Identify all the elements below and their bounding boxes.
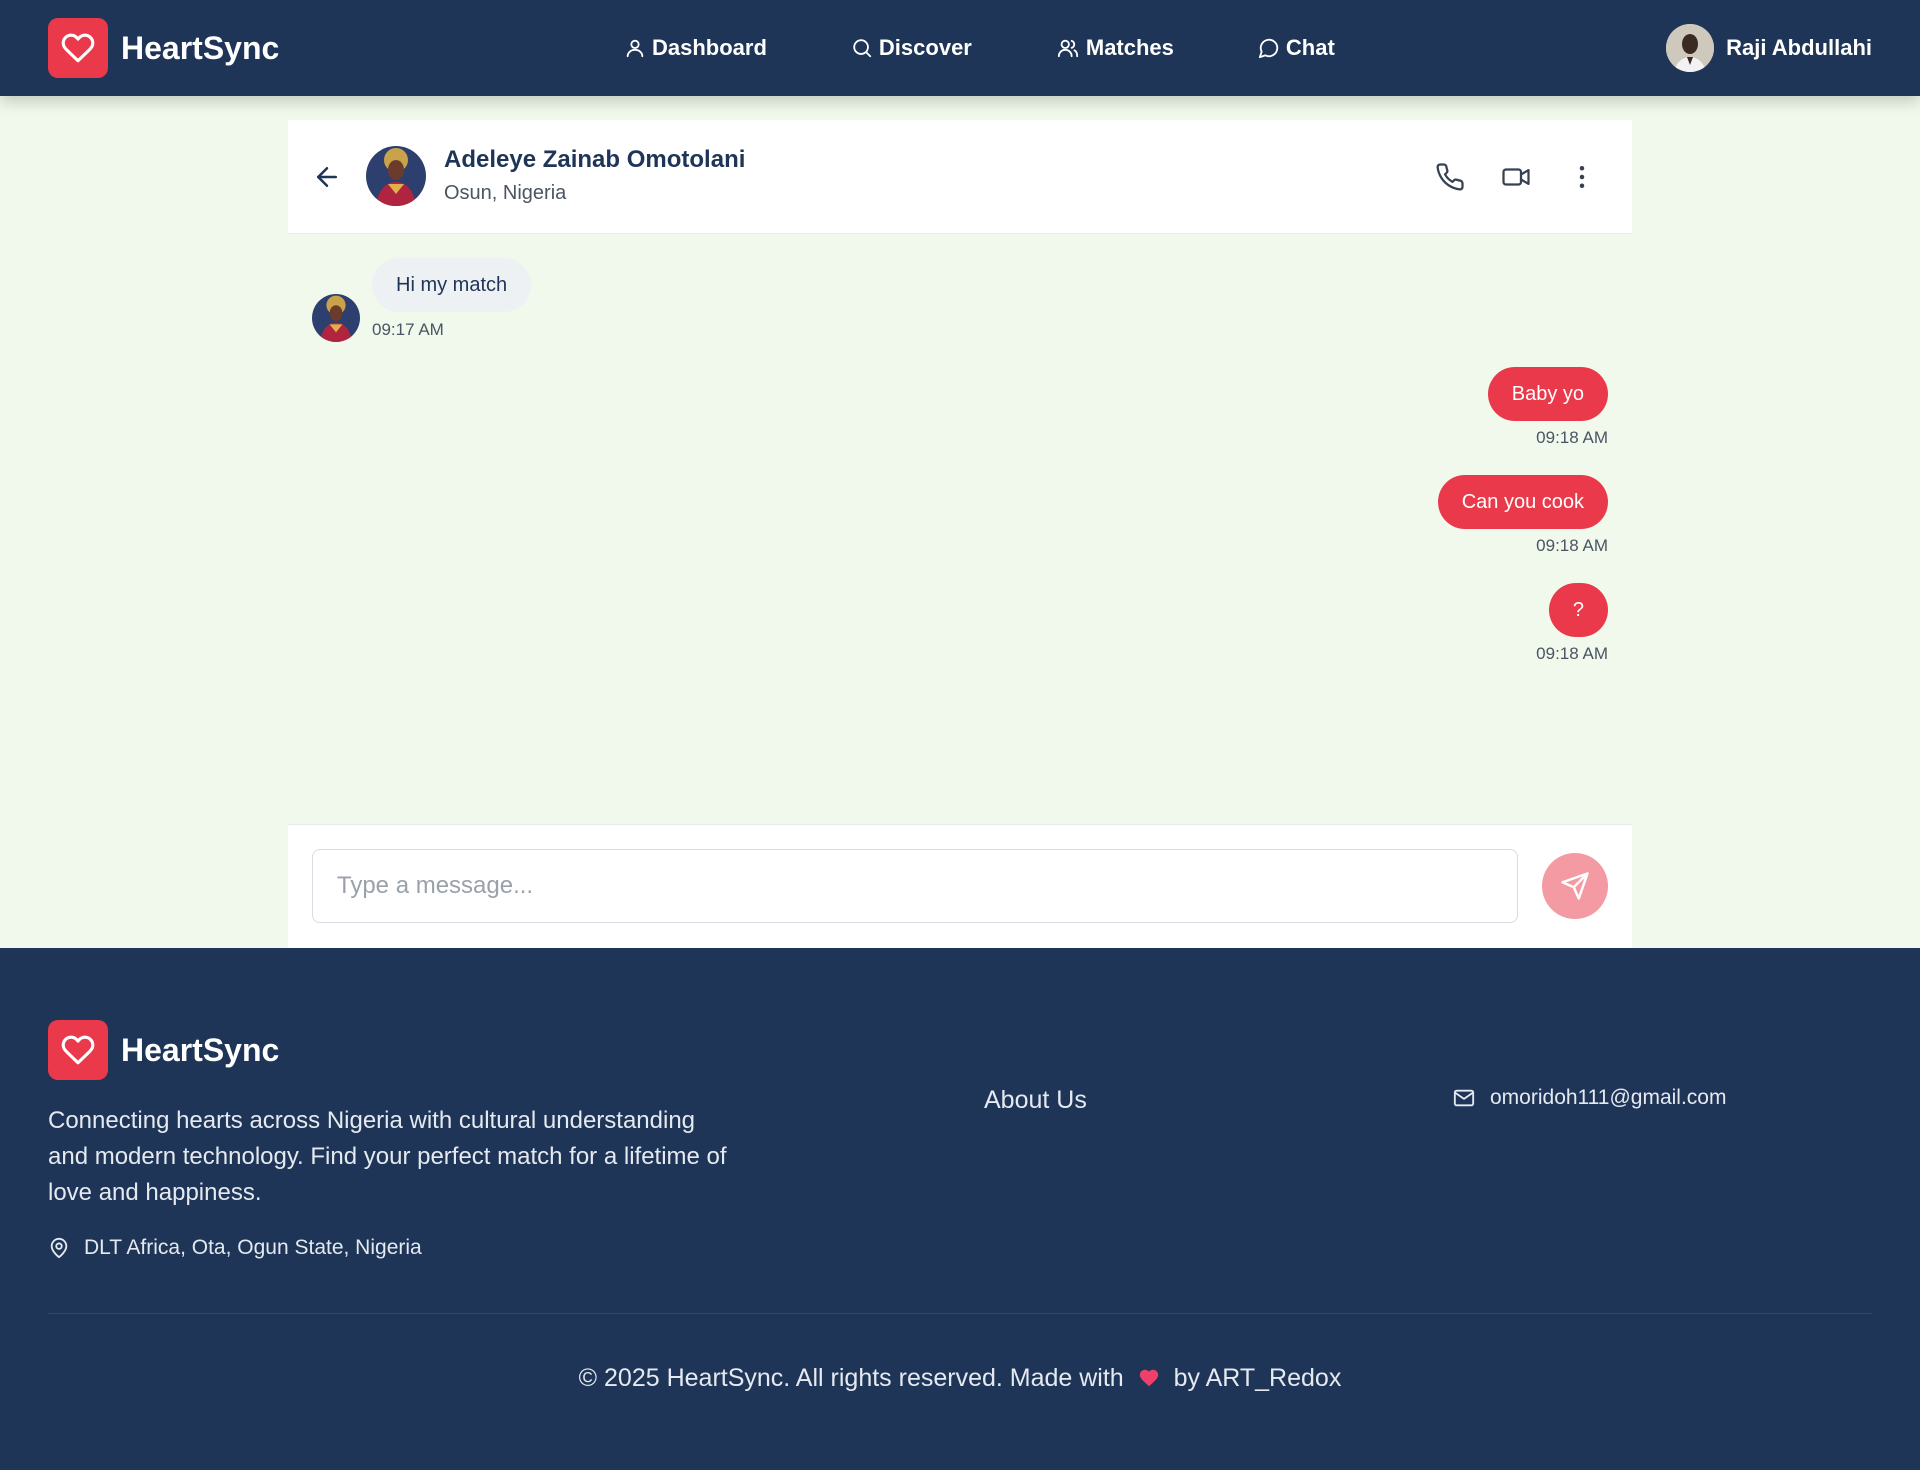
mail-icon: [1453, 1089, 1475, 1107]
more-vertical-icon: [1579, 166, 1585, 188]
message-bubble-outgoing: ?: [1548, 583, 1608, 637]
footer-brand[interactable]: HeartSync: [48, 1020, 279, 1080]
nav-discover-label: Discover: [878, 35, 972, 60]
footer-address: DLT Africa, Ota, Ogun State, Nigeria: [48, 1236, 422, 1260]
chat-header: Adeleye Zainab Omotolani Osun, Nigeria: [288, 120, 1632, 234]
map-pin-icon: [50, 1237, 68, 1259]
copyright: © 2025 HeartSync. All rights reserved. M…: [0, 1364, 1920, 1396]
message-bubble-outgoing: Baby yo: [1487, 367, 1608, 421]
contact-avatar[interactable]: [366, 146, 426, 206]
nav-matches[interactable]: Matches: [1056, 35, 1174, 61]
copyright-suffix: by ART_Redox: [1173, 1364, 1342, 1392]
contact-name: Adeleye Zainab Omotolani: [444, 146, 746, 173]
search-icon: [853, 39, 872, 58]
footer-email-text: omoridoh111@gmail.com: [1490, 1086, 1727, 1109]
message-bubble-incoming: Hi my match: [372, 258, 532, 312]
heart-icon: [48, 18, 108, 78]
message-time: 09:18 AM: [1536, 644, 1608, 663]
send-icon: [1561, 872, 1589, 900]
about-us-link[interactable]: About Us: [984, 1086, 1087, 1115]
more-options-button[interactable]: [1566, 161, 1598, 193]
heart-icon: [48, 1020, 108, 1080]
copyright-prefix: © 2025 HeartSync. All rights reserved. M…: [578, 1364, 1124, 1392]
message-time: 09:18 AM: [1536, 536, 1608, 555]
message-bubble-outgoing: Can you cook: [1437, 475, 1608, 529]
nav-chat-label: Chat: [1285, 35, 1335, 60]
site-footer: HeartSync Connecting hearts across Niger…: [0, 948, 1920, 1470]
nav-dashboard[interactable]: Dashboard: [624, 35, 767, 61]
avatar: [1666, 24, 1715, 72]
sender-avatar: [312, 294, 360, 342]
footer-email-link[interactable]: omoridoh111@gmail.com: [1452, 1086, 1726, 1110]
message-time: 09:18 AM: [1536, 428, 1608, 447]
brand-logo-link[interactable]: HeartSync: [48, 18, 279, 78]
users-icon: [1057, 39, 1078, 58]
heart-emoji-icon: [1137, 1367, 1161, 1396]
user-menu[interactable]: Raji Abdullahi: [1666, 24, 1872, 72]
nav-chat[interactable]: Chat: [1258, 35, 1335, 61]
phone-call-button[interactable]: [1434, 161, 1466, 193]
message-time: 09:17 AM: [372, 320, 444, 339]
arrow-left-icon: [317, 167, 337, 187]
main-nav: Dashboard Discover Matches Chat: [624, 0, 1419, 96]
message-composer: [288, 824, 1632, 948]
footer-address-text: DLT Africa, Ota, Ogun State, Nigeria: [84, 1236, 422, 1259]
brand-name: HeartSync: [121, 29, 280, 66]
footer-divider: [48, 1313, 1872, 1314]
top-navbar: HeartSync Dashboard Discover Matches Cha…: [0, 0, 1920, 96]
contact-location: Osun, Nigeria: [444, 182, 567, 204]
back-button[interactable]: [312, 162, 342, 192]
nav-matches-label: Matches: [1085, 35, 1174, 60]
chat-bubble-icon: [1258, 38, 1279, 59]
video-call-button[interactable]: [1500, 161, 1532, 193]
message-input[interactable]: [312, 849, 1518, 923]
user-icon: [626, 39, 644, 58]
send-button[interactable]: [1542, 853, 1608, 919]
message-list: Hi my match 09:17 AM Baby yo 09:18 AM Ca…: [288, 234, 1632, 824]
user-name: Raji Abdullahi: [1726, 35, 1872, 60]
footer-tagline: Connecting hearts across Nigeria with cu…: [48, 1107, 727, 1206]
phone-icon: [1436, 163, 1464, 191]
footer-brand-name: HeartSync: [121, 1031, 280, 1068]
nav-dashboard-label: Dashboard: [652, 35, 767, 60]
nav-discover[interactable]: Discover: [851, 35, 972, 61]
video-icon: [1502, 168, 1530, 186]
